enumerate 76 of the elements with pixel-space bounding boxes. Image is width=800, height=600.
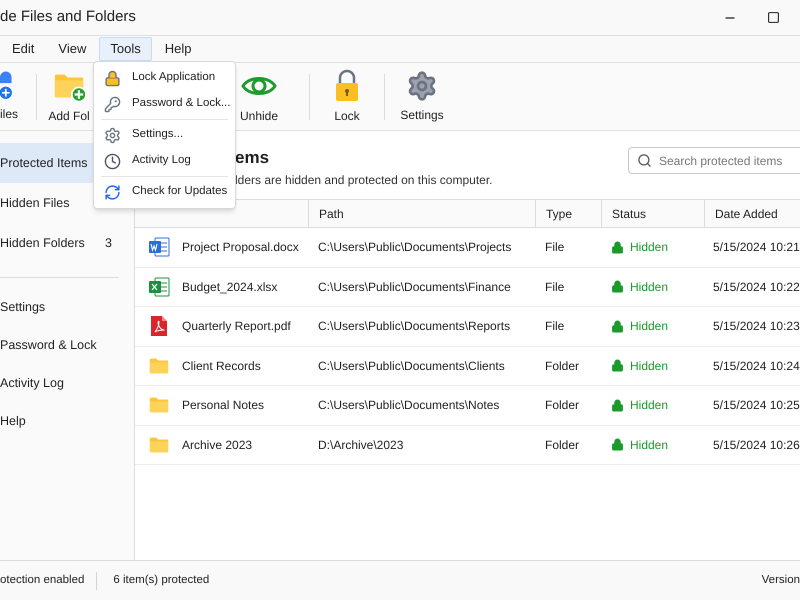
table-cell-text: Personal Notes — [182, 397, 264, 414]
padlock-icon — [611, 438, 624, 452]
padlock-icon — [104, 70, 121, 86]
table-cell: C:\Users\Public\Documents\Projects — [308, 228, 535, 268]
table-cell: Folder — [535, 426, 601, 465]
table-cell-text: Archive 2023 — [182, 436, 252, 454]
menu-item[interactable]: Tools — [99, 37, 152, 61]
refresh-icon — [104, 184, 121, 200]
status-text: Hidden — [630, 239, 668, 256]
menu-item[interactable]: Help — [154, 37, 202, 61]
spreadsheet-icon — [148, 276, 170, 298]
sidebar-item[interactable]: Hidden Folders 3 — [0, 223, 134, 263]
table-cell: Folder — [535, 386, 601, 426]
table-cell: 5/15/2024 10:24 — [704, 346, 800, 386]
status-text: Hidden — [630, 358, 668, 375]
sidebar-item[interactable]: Help — [0, 402, 119, 440]
sidebar-item[interactable]: Password & Lock — [0, 326, 119, 364]
menu-item[interactable]: Check for Updates — [101, 179, 228, 205]
menu-item[interactable]: View — [47, 37, 98, 61]
search-input[interactable]: Search protected items — [659, 152, 789, 170]
status-text: Hidden — [630, 436, 668, 454]
table-cell: Folder — [535, 346, 601, 386]
table-cell: D:\Archive\2023 — [308, 426, 535, 465]
search-icon — [637, 153, 652, 168]
item-count: 3 — [105, 234, 112, 252]
gear-icon — [406, 70, 438, 102]
status-text: Hidden — [630, 318, 668, 336]
padlock-icon — [611, 240, 624, 254]
padlock-icon — [611, 398, 624, 412]
section-heading: ems — [235, 147, 270, 169]
table-cell: C:\Users\Public\Documents\Notes — [308, 386, 535, 426]
pdf-icon — [148, 315, 170, 338]
section-subtitle: lders are hidden and protected on this computer. — [235, 172, 492, 189]
maximize-icon[interactable] — [767, 11, 780, 24]
table-cell-text: Budget_2024.xlsx — [182, 278, 278, 296]
table-cell: C:\Users\Public\Documents\Finance — [308, 268, 535, 307]
search-field[interactable]: Search protected items — [628, 147, 800, 174]
column-header[interactable]: Status — [601, 199, 704, 228]
menu-item[interactable]: Edit — [1, 37, 46, 61]
status-text: otection enabled — [0, 572, 86, 588]
padlock-icon — [611, 280, 624, 294]
status-text: Hidden — [630, 397, 668, 414]
table-cell: File — [535, 228, 601, 268]
table-cell: C:\Users\Public\Documents\Reports — [308, 307, 535, 346]
table-cell: File — [535, 268, 601, 307]
column-header[interactable]: Type — [535, 199, 601, 228]
table-cell: 5/15/2024 10:23 — [704, 307, 800, 346]
padlock-icon — [611, 359, 624, 372]
clock-icon — [104, 152, 121, 170]
status-text: Hidden — [630, 278, 668, 296]
table-cell: 5/15/2024 10:21 — [704, 228, 800, 268]
sidebar-item[interactable]: Activity Log — [0, 364, 119, 402]
gear-icon — [104, 126, 121, 144]
table-cell: 5/15/2024 10:25 — [704, 386, 800, 426]
column-header[interactable]: Date Added — [704, 199, 800, 228]
word-document-icon — [148, 236, 170, 258]
table-cell-text: Client Records — [182, 358, 261, 375]
toolbar-button[interactable]: iles — [0, 64, 36, 128]
toolbar-button[interactable]: Settings — [385, 64, 459, 128]
key-icon — [104, 96, 121, 112]
toolbar-button[interactable]: Lock — [310, 64, 384, 128]
table-cell: C:\Users\Public\Documents\Clients — [308, 346, 535, 386]
window-title: de Files and Folders — [0, 7, 136, 28]
table-cell: 5/15/2024 10:22 — [704, 268, 800, 307]
sidebar-item[interactable]: Settings — [0, 288, 119, 326]
menu-item[interactable]: Password & Lock... — [94, 91, 235, 117]
table-cell: 5/15/2024 10:26 — [704, 426, 800, 465]
table-cell: File — [535, 307, 601, 346]
menu-item[interactable]: Lock Application — [94, 65, 235, 91]
table-cell-text: Project Proposal.docx — [182, 239, 299, 256]
padlock-icon — [334, 68, 360, 102]
table-cell-text: Quarterly Report.pdf — [182, 318, 291, 336]
column-header[interactable]: Path — [308, 199, 535, 228]
padlock-icon — [611, 320, 624, 333]
version-label: Version — [762, 572, 800, 588]
item-count: 6 item(s) protected — [112, 572, 210, 588]
